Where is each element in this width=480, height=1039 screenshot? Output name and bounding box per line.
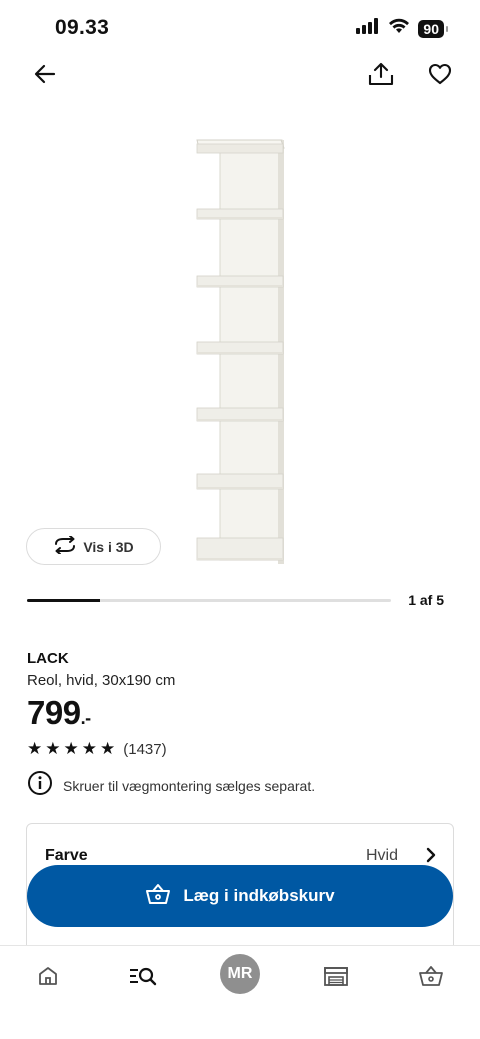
rating[interactable]: ★ ★ ★ ★ ★ (1437) <box>27 739 167 759</box>
share-button[interactable] <box>361 56 401 96</box>
back-arrow-icon <box>34 63 56 90</box>
price-suffix: .- <box>80 708 92 728</box>
back-button[interactable] <box>25 56 65 96</box>
view-3d-label: Vis i 3D <box>83 538 134 555</box>
star-icon: ★ <box>81 739 97 758</box>
home-icon <box>37 965 59 992</box>
battery-icon: 90 <box>418 19 448 38</box>
product-name: LACK <box>27 650 69 667</box>
star-icon: ★ <box>27 739 43 758</box>
nav-profile[interactable]: MR <box>216 954 264 994</box>
top-bar <box>0 56 480 100</box>
nav-home[interactable] <box>24 958 72 998</box>
color-label: Farve <box>45 847 88 864</box>
star-icon: ★ <box>63 739 79 758</box>
product-image[interactable] <box>150 128 330 573</box>
status-time: 09.33 <box>55 16 110 39</box>
gallery-progress-fill <box>27 599 100 602</box>
favourite-button[interactable] <box>420 56 460 96</box>
avatar: MR <box>220 954 260 994</box>
view-3d-button[interactable]: Vis i 3D <box>26 528 161 565</box>
nav-stores[interactable] <box>312 958 360 998</box>
status-icons: 90 <box>356 18 448 39</box>
basket-icon <box>145 883 171 910</box>
wifi-icon <box>388 18 410 39</box>
rating-stars: ★ ★ ★ ★ ★ <box>27 739 115 759</box>
nav-cart[interactable] <box>407 958 455 998</box>
color-value: Hvid <box>365 847 398 864</box>
add-to-cart-label: Læg i indkøbskurv <box>183 886 335 905</box>
rotate-3d-icon <box>53 535 77 557</box>
gallery-progress-track <box>27 599 391 602</box>
product-price: 799.- <box>27 694 91 732</box>
store-icon <box>323 965 349 992</box>
info-icon <box>27 770 53 801</box>
add-to-cart-button[interactable]: Læg i indkøbskurv <box>27 865 453 927</box>
price-value: 799 <box>27 694 81 731</box>
gallery-counter: 1 af 5 <box>408 592 444 608</box>
review-count: (1437) <box>123 740 167 758</box>
bottom-nav: MR <box>0 945 480 1039</box>
star-icon: ★ <box>100 739 116 758</box>
product-description: Reol, hvid, 30x190 cm <box>27 672 176 689</box>
search-icon <box>129 965 157 992</box>
share-icon <box>368 62 394 91</box>
star-icon: ★ <box>45 739 61 758</box>
nav-search[interactable] <box>119 958 167 998</box>
cart-icon <box>418 965 444 992</box>
info-text: Skruer til vægmontering sælges separat. <box>63 777 316 794</box>
signal-icon <box>356 18 380 39</box>
status-bar: 09.33 90 <box>0 0 480 56</box>
heart-icon <box>428 63 452 90</box>
info-note: Skruer til vægmontering sælges separat. <box>27 770 315 801</box>
